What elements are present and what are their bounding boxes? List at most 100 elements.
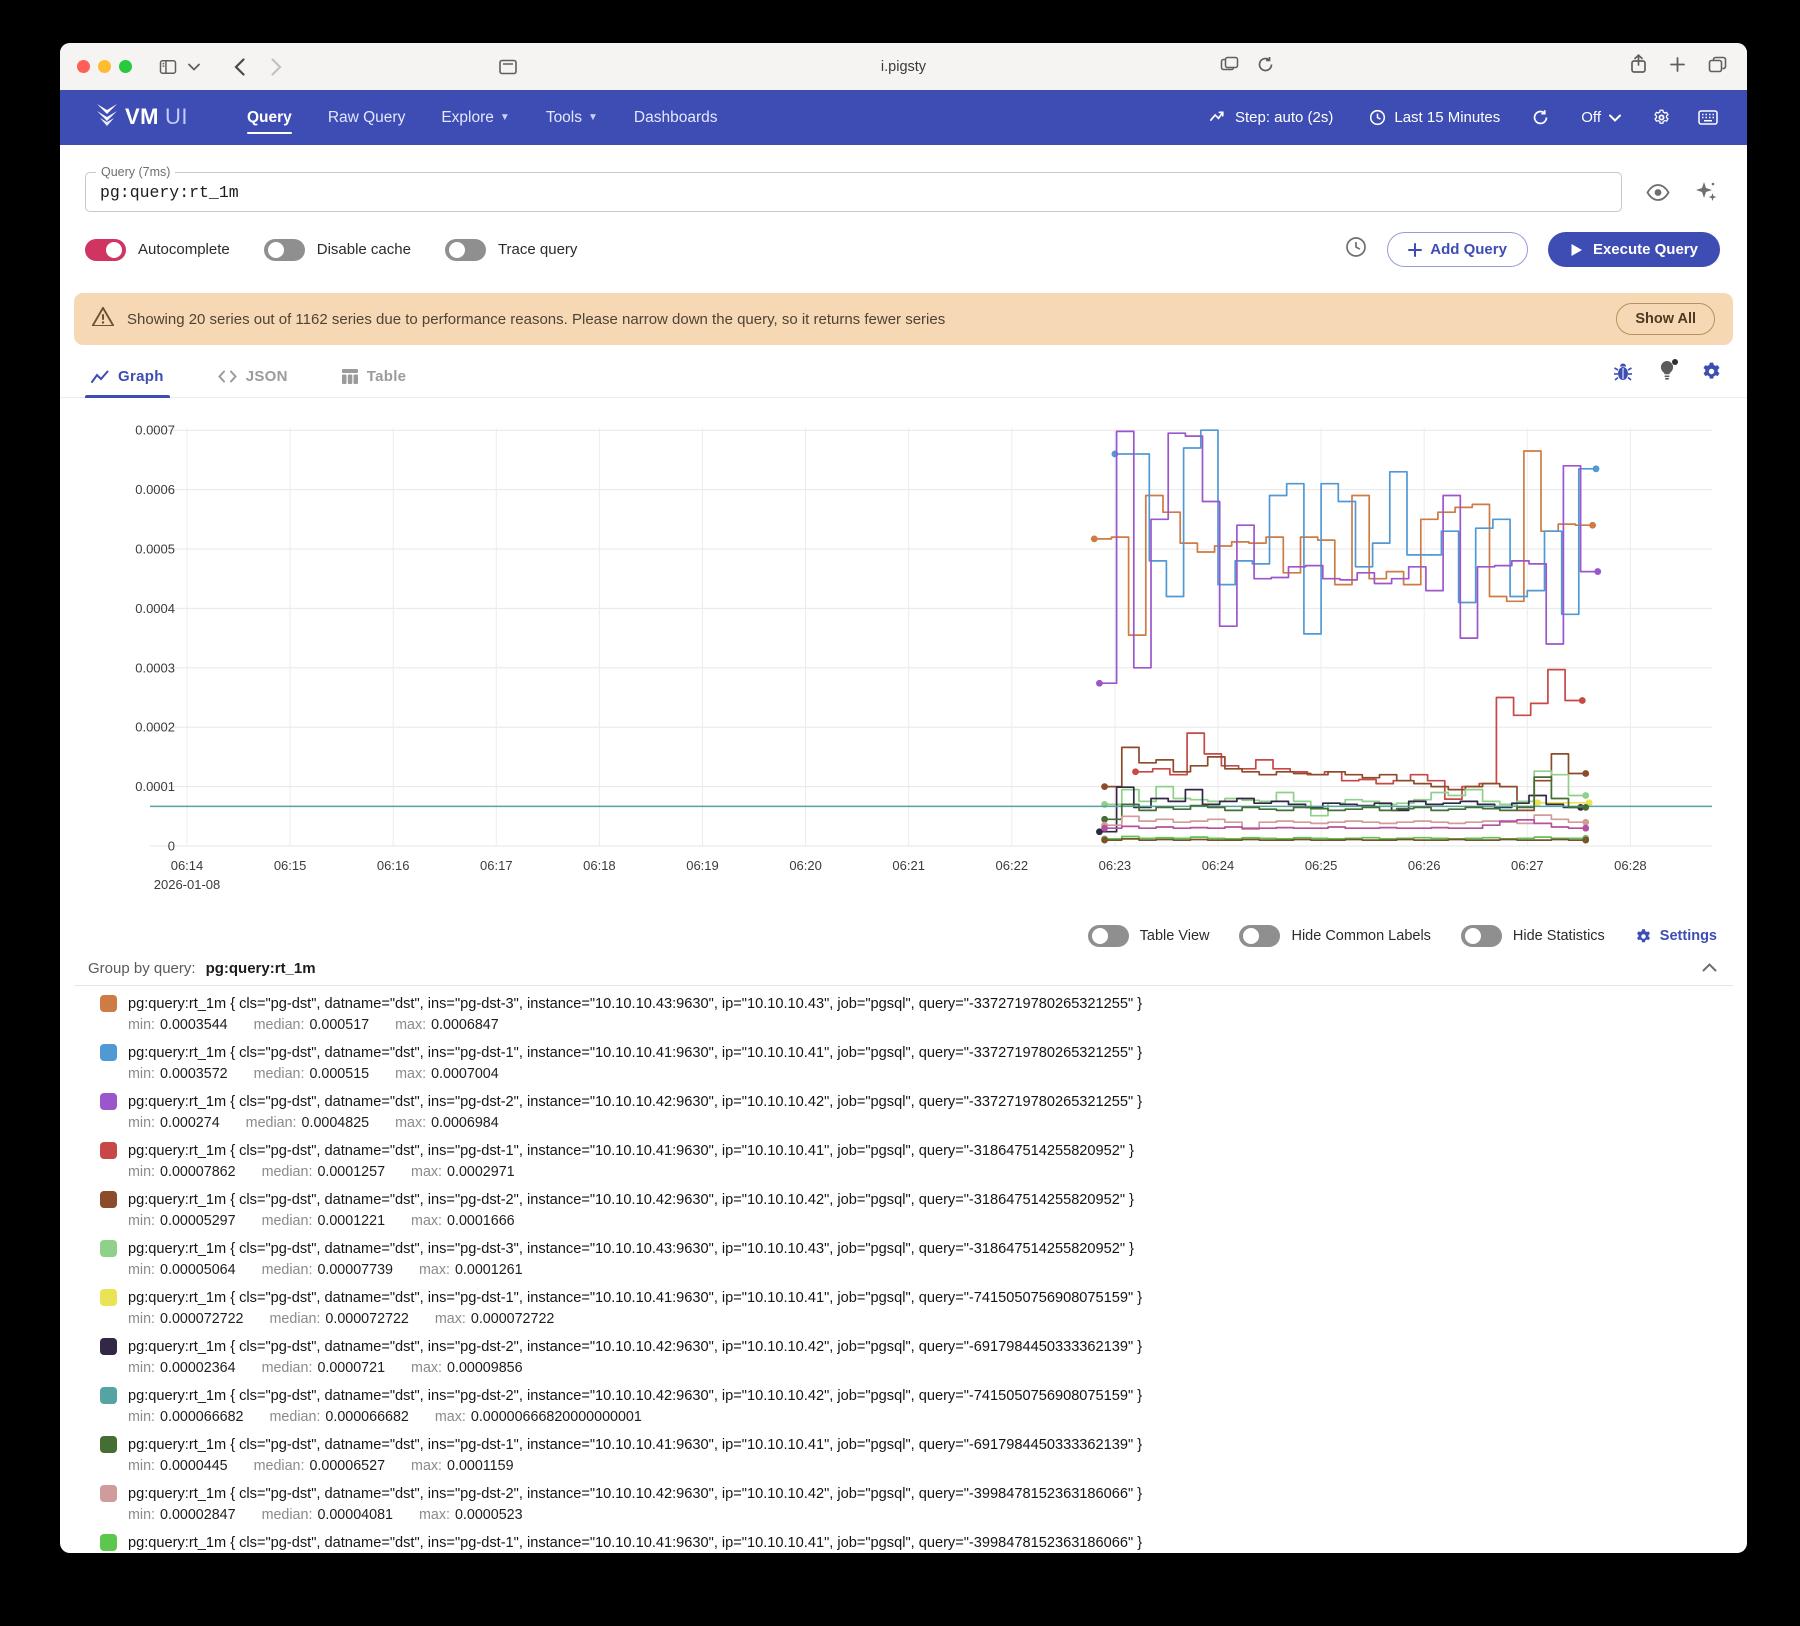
series-label: pg:query:rt_1m { cls="pg-dst", datname="… (128, 1437, 1142, 1453)
refresh-button[interactable] (1523, 101, 1558, 134)
code-tab-icon (218, 370, 237, 383)
series-stats: min:0.000066682median:0.000066682max:0.0… (100, 1409, 1747, 1425)
nav-item-query[interactable]: Query (233, 100, 306, 136)
switch-trace-query[interactable] (445, 239, 486, 261)
graph-settings-icon[interactable] (1701, 361, 1722, 387)
switch-disable-cache[interactable] (264, 239, 305, 261)
legend-item[interactable]: pg:query:rt_1m { cls="pg-dst", datname="… (100, 1142, 1747, 1191)
time-range-button[interactable]: Last 15 Minutes (1356, 101, 1513, 134)
collapse-legend-icon[interactable] (1702, 959, 1717, 977)
show-all-button[interactable]: Show All (1616, 303, 1715, 335)
tab-graph[interactable]: Graph (85, 368, 170, 397)
series-color-swatch (100, 995, 117, 1012)
svg-text:06:14: 06:14 (171, 858, 204, 873)
victoriametrics-logo-icon (95, 104, 119, 131)
shortcut-keys-icon[interactable] (1689, 102, 1727, 133)
vmui-logo[interactable]: VMUI (95, 104, 188, 131)
page-appearance-icon[interactable] (498, 59, 518, 75)
legend-item[interactable]: pg:query:rt_1m { cls="pg-dst", datname="… (100, 1436, 1747, 1485)
svg-text:2026-01-08: 2026-01-08 (154, 877, 221, 892)
step-label: Step: auto (2s) (1235, 109, 1333, 126)
series-label: pg:query:rt_1m { cls="pg-dst", datname="… (128, 996, 1142, 1012)
tab-overview-icon[interactable] (1708, 56, 1727, 78)
zoom-window-button[interactable] (119, 60, 132, 73)
close-window-button[interactable] (77, 60, 90, 73)
legend-item[interactable]: pg:query:rt_1m { cls="pg-dst", datname="… (100, 1240, 1747, 1289)
legend-item[interactable]: pg:query:rt_1m { cls="pg-dst", datname="… (100, 1338, 1747, 1387)
svg-text:06:26: 06:26 (1408, 858, 1441, 873)
query-history-icon[interactable] (1345, 236, 1367, 263)
site-name: i.pigsty (881, 59, 926, 75)
legend-item[interactable]: pg:query:rt_1m { cls="pg-dst", datname="… (100, 1191, 1747, 1240)
series-label: pg:query:rt_1m { cls="pg-dst", datname="… (128, 1339, 1142, 1355)
svg-text:0.0001: 0.0001 (135, 779, 175, 794)
legend-item[interactable]: pg:query:rt_1m { cls="pg-dst", datname="… (100, 1093, 1747, 1142)
legend-item[interactable]: pg:query:rt_1m { cls="pg-dst", datname="… (100, 1534, 1747, 1553)
toggle-table-view[interactable]: Table View (1088, 925, 1210, 947)
gear-icon (1635, 928, 1652, 945)
series-label: pg:query:rt_1m { cls="pg-dst", datname="… (128, 1290, 1142, 1306)
series-color-swatch (100, 1191, 117, 1208)
series-stats: min:0.00002847median:0.00004081max:0.000… (100, 1507, 1747, 1523)
warning-icon (92, 307, 114, 331)
nav-item-explore[interactable]: Explore▼ (427, 100, 523, 136)
query-prettify-icon[interactable] (1694, 180, 1718, 209)
series-color-swatch (100, 1240, 117, 1257)
legend-item[interactable]: pg:query:rt_1m { cls="pg-dst", datname="… (100, 995, 1747, 1044)
svg-text:06:21: 06:21 (892, 858, 925, 873)
tab-json[interactable]: JSON (212, 368, 294, 397)
time-series-chart[interactable]: 00.00010.00020.00030.00040.00050.00060.0… (75, 418, 1725, 898)
legend-item[interactable]: pg:query:rt_1m { cls="pg-dst", datname="… (100, 1485, 1747, 1534)
new-tab-icon[interactable] (1669, 56, 1686, 78)
query-input[interactable] (86, 173, 1621, 211)
add-query-button[interactable]: Add Query (1387, 232, 1528, 267)
nav-item-dashboards[interactable]: Dashboards (620, 100, 732, 136)
toggle-hide-common-labels[interactable]: Hide Common Labels (1239, 925, 1430, 947)
toggle-trace-query[interactable]: Trace query (445, 239, 577, 261)
nav-item-tools[interactable]: Tools▼ (532, 100, 612, 136)
series-stats: min:0.000274median:0.0004825max:0.000698… (100, 1115, 1747, 1131)
execute-query-button[interactable]: Execute Query (1548, 232, 1720, 267)
step-button[interactable]: Step: auto (2s) (1197, 101, 1346, 134)
switch-autocomplete[interactable] (85, 239, 126, 261)
query-panel: Query (7ms) AutocompleteDisable cacheTra… (60, 145, 1747, 267)
toggle-hide-statistics[interactable]: Hide Statistics (1461, 925, 1605, 947)
series-stats: min:0.00007862median:0.0001257max:0.0002… (100, 1164, 1747, 1180)
series-stats: min:0.000072722median:0.000072722max:0.0… (100, 1311, 1747, 1327)
address-bar[interactable]: i.pigsty (881, 59, 926, 75)
warning-text: Showing 20 series out of 1162 series due… (127, 311, 945, 328)
svg-text:06:16: 06:16 (377, 858, 410, 873)
sidebar-toggle-icon[interactable] (158, 57, 178, 77)
tips-lightbulb-icon[interactable] (1659, 360, 1675, 387)
switch-hide-statistics[interactable] (1461, 925, 1502, 947)
query-visibility-icon[interactable] (1646, 184, 1670, 206)
legend-item[interactable]: pg:query:rt_1m { cls="pg-dst", datname="… (100, 1044, 1747, 1093)
switch-table-view[interactable] (1088, 925, 1129, 947)
legend-item[interactable]: pg:query:rt_1m { cls="pg-dst", datname="… (100, 1289, 1747, 1338)
nav-item-raw-query[interactable]: Raw Query (314, 100, 420, 136)
report-bug-icon[interactable] (1613, 361, 1633, 387)
svg-text:06:17: 06:17 (480, 858, 513, 873)
legend-item[interactable]: pg:query:rt_1m { cls="pg-dst", datname="… (100, 1387, 1747, 1436)
sidebar-chevron-icon[interactable] (188, 63, 200, 71)
legend-settings-button[interactable]: Settings (1635, 928, 1717, 945)
window-controls (77, 60, 132, 73)
minimize-window-button[interactable] (98, 60, 111, 73)
privacy-report-icon[interactable] (1220, 56, 1239, 78)
global-settings-icon[interactable] (1644, 101, 1679, 134)
view-tabs: Graph JSON Table (60, 353, 1747, 398)
reload-icon[interactable] (1257, 56, 1274, 78)
switch-knob (268, 242, 284, 258)
series-color-swatch (100, 1044, 117, 1061)
svg-text:06:23: 06:23 (1099, 858, 1132, 873)
graph-tab-icon (91, 370, 109, 384)
tab-table[interactable]: Table (336, 368, 413, 397)
forward-icon[interactable] (271, 58, 282, 76)
switch-hide-common-labels[interactable] (1239, 925, 1280, 947)
autorefresh-dropdown[interactable]: Off (1568, 101, 1634, 134)
toggle-autocomplete[interactable]: Autocomplete (85, 239, 230, 261)
toggle-disable-cache[interactable]: Disable cache (264, 239, 411, 261)
share-icon[interactable] (1630, 54, 1647, 79)
back-icon[interactable] (234, 58, 245, 76)
group-by-value: pg:query:rt_1m (206, 960, 316, 977)
